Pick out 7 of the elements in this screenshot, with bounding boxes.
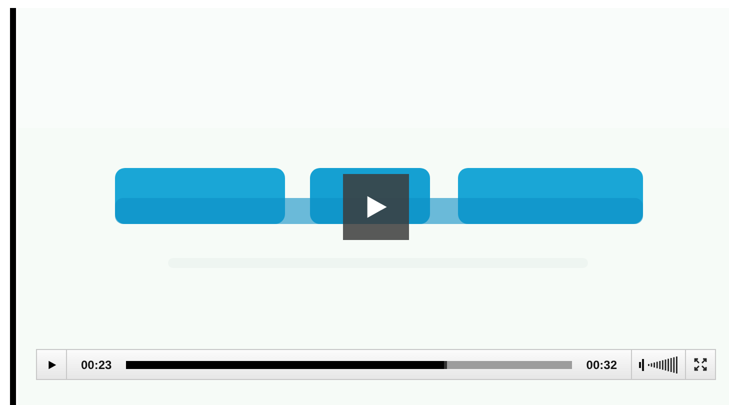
progress-bar[interactable]	[126, 360, 572, 368]
play-button[interactable]	[343, 174, 409, 240]
duration-time: 00:32	[585, 358, 618, 372]
play-icon	[46, 358, 56, 370]
elapsed-time: 00:23	[80, 358, 113, 372]
volume-icon	[638, 356, 678, 374]
fullscreen-icon	[694, 358, 707, 371]
